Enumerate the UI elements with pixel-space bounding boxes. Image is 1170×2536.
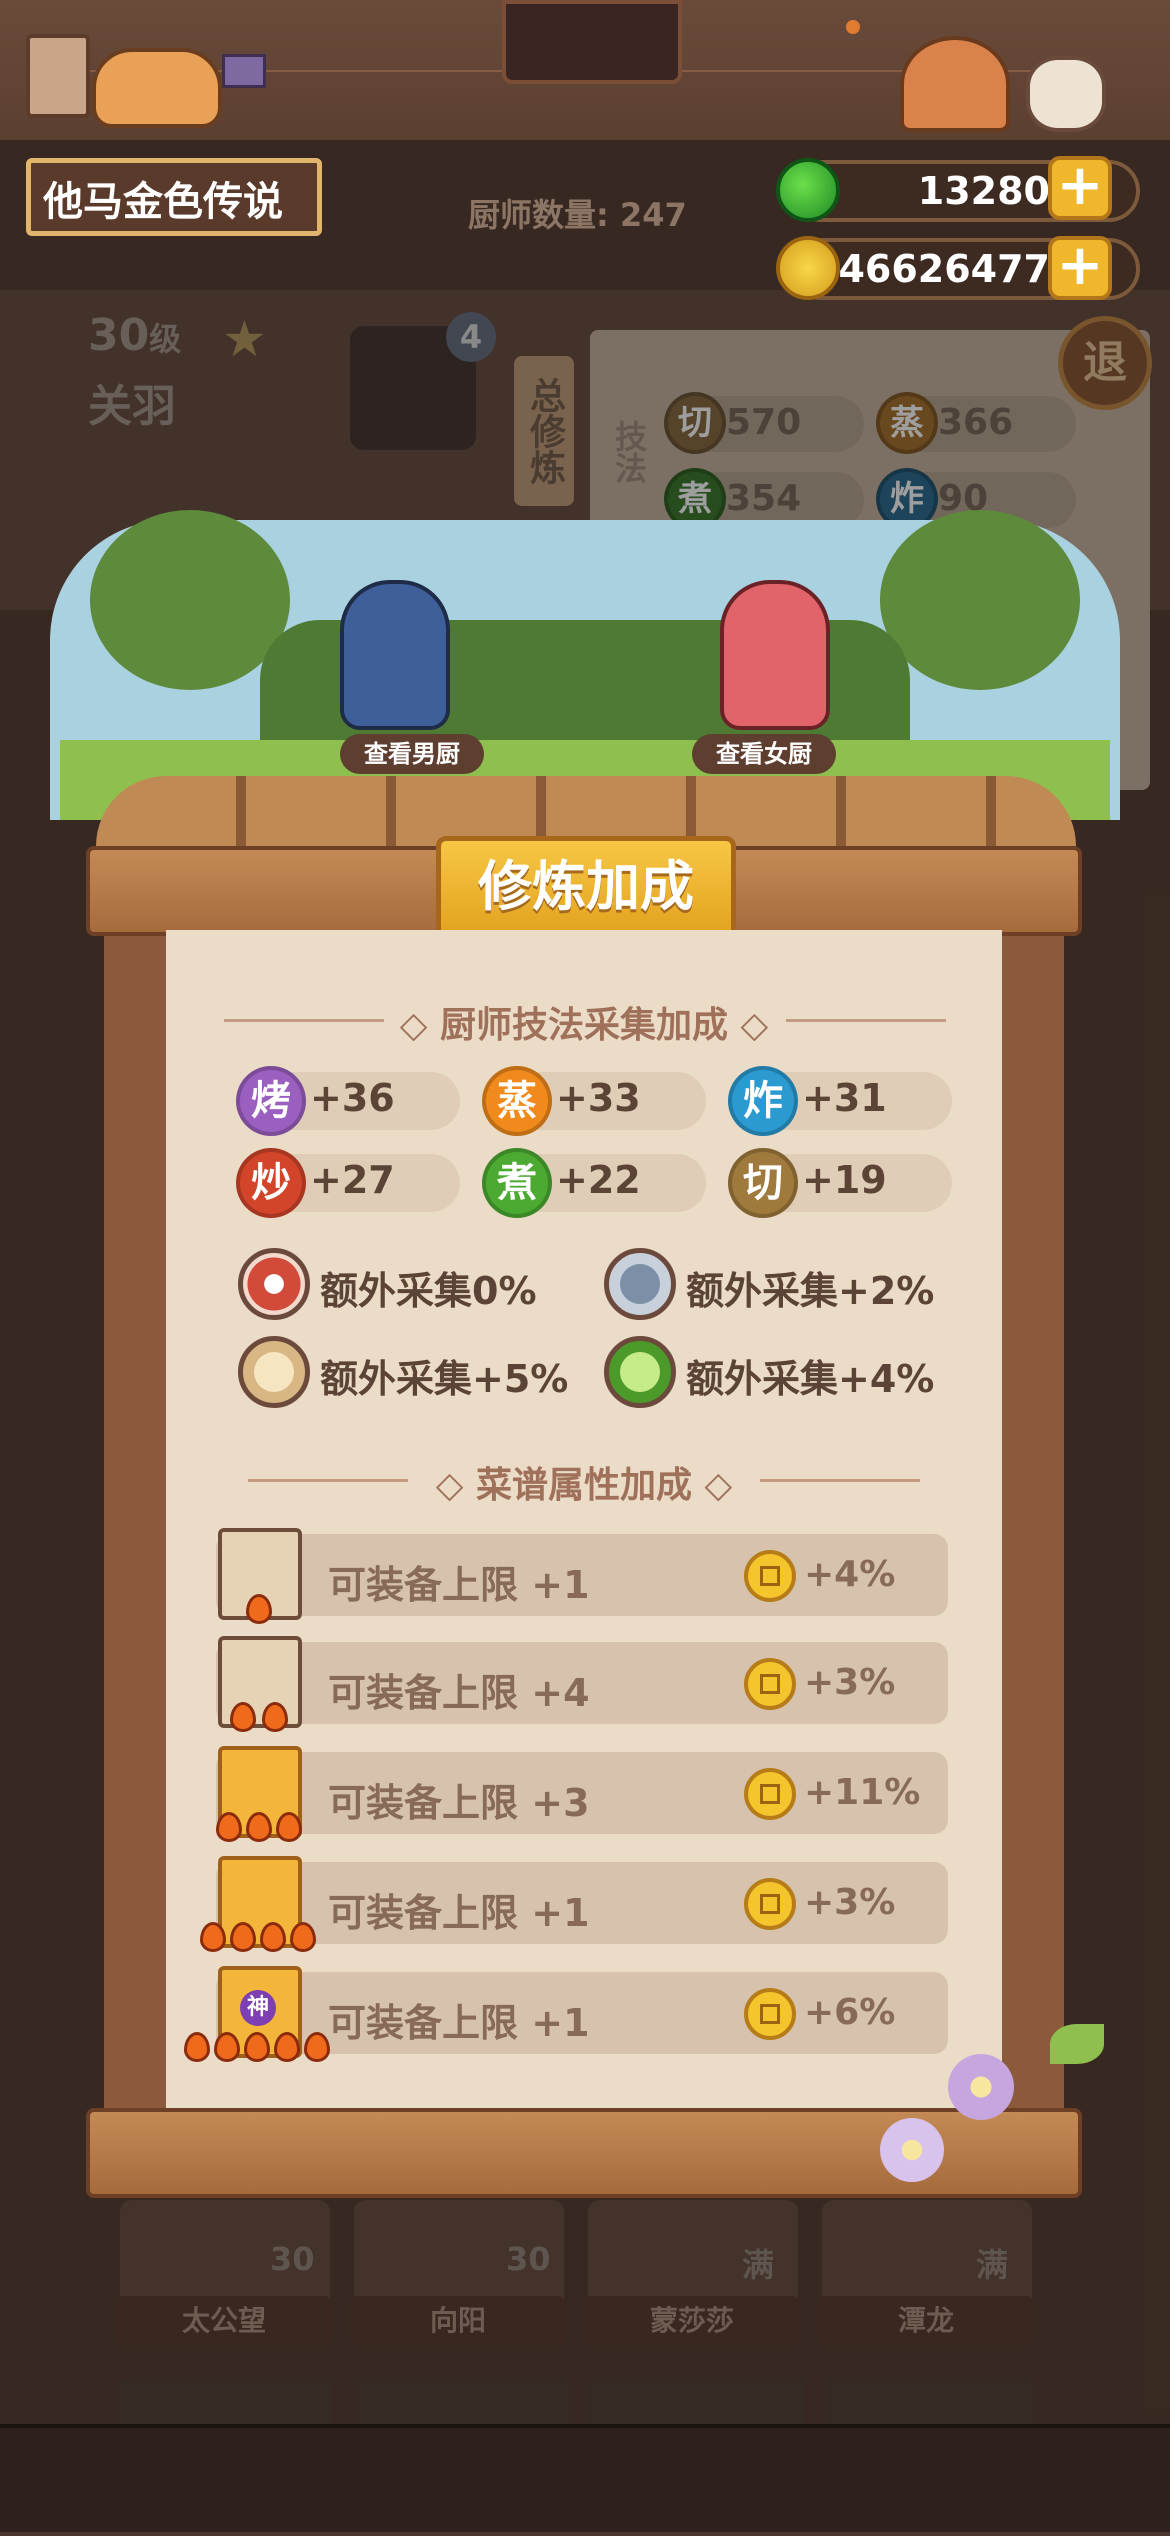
jade-icon (776, 158, 840, 222)
coin-icon (744, 1550, 796, 1602)
coin-icon (744, 1988, 796, 2040)
flame-icon (290, 1922, 316, 1952)
equip-limit-text: 可装备上限 +3 (328, 1781, 590, 1825)
player-name-plate[interactable]: 他马金色传说 (26, 158, 322, 236)
view-female-chef-button[interactable]: 查看女厨 (692, 734, 836, 774)
steam-icon: 蒸 (482, 1066, 552, 1136)
flame-icon (244, 2032, 270, 2062)
fry-value: +31 (802, 1076, 887, 1120)
coin-icon (744, 1878, 796, 1930)
flame-icon (260, 1922, 286, 1952)
panel-title: 修炼加成 (436, 836, 736, 940)
coin-bonus-pct: +11% (804, 1772, 921, 1813)
coin-bonus-pct: +6% (804, 1992, 896, 2033)
coin-icon (776, 236, 840, 300)
divine-badge: 神 (240, 1990, 276, 2026)
flame-icon (276, 1812, 302, 1842)
male-chef-icon (340, 580, 450, 730)
flour-icon (238, 1336, 310, 1408)
extra-gather-flour: 额外采集+5% (320, 1357, 569, 1401)
add-jade-button[interactable]: + (1048, 156, 1112, 220)
notification-dot-icon (846, 20, 860, 34)
flame-icon (304, 2032, 330, 2062)
equip-limit-text: 可装备上限 +1 (328, 2001, 590, 2045)
coin-bonus-pct: +3% (804, 1662, 896, 1703)
view-male-chef-button[interactable]: 查看男厨 (340, 734, 484, 774)
boil-value: +22 (556, 1158, 641, 1202)
flag-icon (222, 54, 266, 88)
meat-icon (238, 1248, 310, 1320)
npc-cat-icon (1026, 56, 1106, 132)
flame-icon (214, 2032, 240, 2062)
equip-limit-text: 可装备上限 +4 (328, 1671, 590, 1715)
cut-value: +19 (802, 1158, 887, 1202)
stir-fry-icon: 炒 (236, 1148, 306, 1218)
equip-limit-text: 可装备上限 +1 (328, 1563, 590, 1607)
coin-bonus-pct: +4% (804, 1554, 896, 1595)
flame-icon (230, 1922, 256, 1952)
female-chef-icon (720, 580, 830, 730)
skill-bonus-title: ◇ 厨师技法采集加成 ◇ (399, 1005, 769, 1046)
roast-value: +36 (310, 1076, 395, 1120)
add-coins-button[interactable]: + (1048, 236, 1112, 300)
flame-icon (246, 1594, 272, 1624)
top-banner (0, 0, 1170, 144)
roast-icon: 烤 (236, 1066, 306, 1136)
extra-gather-cabbage: 额外采集+4% (686, 1357, 935, 1401)
cut-icon: 切 (728, 1148, 798, 1218)
tree-left-icon (90, 510, 290, 690)
flower-decoration-icon (948, 2054, 1014, 2120)
center-portrait-icon[interactable] (502, 0, 682, 84)
fry-icon: 炸 (728, 1066, 798, 1136)
scroll-decoration-icon (26, 34, 90, 118)
flame-icon (274, 2032, 300, 2062)
npc-chef-icon (900, 36, 1010, 132)
stir-fry-value: +27 (310, 1158, 395, 1202)
flame-icon (230, 1702, 256, 1732)
cabbage-icon (604, 1336, 676, 1408)
flame-icon (200, 1922, 226, 1952)
extra-gather-meat: 额外采集0% (320, 1269, 537, 1313)
flower-decoration-icon (880, 2118, 944, 2182)
tree-right-icon (880, 510, 1080, 690)
flame-icon (216, 1812, 242, 1842)
cat-mascot-icon (92, 48, 222, 128)
coin-bonus-pct: +3% (804, 1882, 896, 1923)
flame-icon (246, 1812, 272, 1842)
recipe-bonus-title: ◇ 菜谱属性加成 ◇ (435, 1465, 733, 1506)
coin-icon (744, 1658, 796, 1710)
extra-gather-fish: 额外采集+2% (686, 1269, 935, 1313)
equip-limit-text: 可装备上限 +1 (328, 1891, 590, 1935)
flame-icon (184, 2032, 210, 2062)
boil-icon: 煮 (482, 1148, 552, 1218)
steam-value: +33 (556, 1076, 641, 1120)
fish-icon (604, 1248, 676, 1320)
flame-icon (262, 1702, 288, 1732)
chef-count: 厨师数量: 247 (468, 196, 687, 234)
coin-icon (744, 1768, 796, 1820)
leaf-decoration-icon (1050, 2024, 1104, 2064)
